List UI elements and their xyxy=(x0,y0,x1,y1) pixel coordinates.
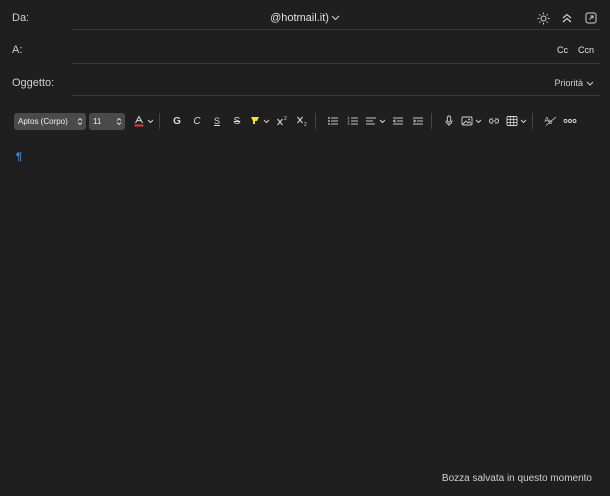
font-family-value: Aptos (Corpo) xyxy=(18,116,68,126)
more-icon xyxy=(563,119,577,123)
priority-selector[interactable]: Priorità xyxy=(554,68,594,98)
format-toolbar: Aptos (Corpo) 11 G C S S 2 2 123 A b xyxy=(14,111,578,131)
to-label: A: xyxy=(12,44,23,56)
up-down-icon xyxy=(116,117,122,126)
numbered-list-button[interactable]: 123 xyxy=(345,113,361,130)
svg-text:2: 2 xyxy=(304,122,307,127)
dictate-button[interactable] xyxy=(441,113,457,130)
increase-indent-button[interactable] xyxy=(410,113,426,130)
svg-text:3: 3 xyxy=(348,122,350,126)
subscript-button[interactable]: 2 xyxy=(294,113,310,130)
chevron-down-icon[interactable] xyxy=(586,81,594,86)
paragraph-mark: ¶ xyxy=(16,151,23,163)
chevron-down-icon[interactable] xyxy=(379,119,386,124)
highlight-button[interactable] xyxy=(249,113,270,130)
strikethrough-button[interactable]: S xyxy=(229,113,245,130)
highlighter-icon xyxy=(251,117,259,124)
numbered-list-icon: 123 xyxy=(348,116,358,126)
to-row[interactable]: A: xyxy=(12,35,598,65)
chevron-down-icon[interactable] xyxy=(147,119,154,124)
font-color-button[interactable] xyxy=(133,113,154,130)
divider xyxy=(72,63,600,64)
chevron-down-icon[interactable] xyxy=(331,15,340,21)
microphone-icon xyxy=(445,115,453,126)
sun-icon[interactable] xyxy=(536,11,550,25)
toolbar-separator xyxy=(532,113,533,129)
subject-row[interactable]: Oggetto: xyxy=(12,68,598,98)
divider xyxy=(72,29,600,30)
image-icon xyxy=(461,116,473,126)
font-size-value: 11 xyxy=(93,116,102,126)
font-color-icon xyxy=(134,115,144,127)
decrease-indent-button[interactable] xyxy=(390,113,406,130)
popout-icon[interactable] xyxy=(584,11,598,25)
chevron-down-icon[interactable] xyxy=(520,119,527,124)
toolbar-separator xyxy=(431,113,432,129)
subject-label: Oggetto: xyxy=(12,77,55,89)
spelling-button[interactable]: Ab xyxy=(542,113,558,130)
font-size-select[interactable]: 11 xyxy=(89,112,125,130)
divider xyxy=(72,95,600,96)
more-options-button[interactable] xyxy=(562,113,578,130)
insert-picture-button[interactable] xyxy=(461,113,482,130)
svg-text:2: 2 xyxy=(284,116,287,122)
superscript-button[interactable]: 2 xyxy=(274,113,290,130)
bcc-button[interactable]: Ccn xyxy=(578,45,594,55)
bold-button[interactable]: G xyxy=(169,113,185,130)
toolbar-separator xyxy=(159,113,160,129)
outdent-icon xyxy=(392,117,403,125)
insert-table-button[interactable] xyxy=(506,113,527,130)
cc-button[interactable]: Cc xyxy=(557,45,568,55)
chevron-down-icon[interactable] xyxy=(263,119,270,124)
underline-button[interactable]: S xyxy=(209,113,225,130)
indent-icon xyxy=(413,117,423,125)
subscript-icon: 2 xyxy=(296,116,307,127)
bullet-list-icon xyxy=(328,117,338,125)
priority-label[interactable]: Priorità xyxy=(554,78,583,88)
align-button[interactable] xyxy=(365,113,386,130)
chevron-down-icon[interactable] xyxy=(475,119,482,124)
from-account[interactable]: @hotmail.it) xyxy=(270,12,329,24)
insert-link-button[interactable] xyxy=(486,113,502,130)
double-chevron-up-icon[interactable] xyxy=(560,11,574,25)
align-left-icon xyxy=(366,117,376,125)
spell-check-icon: Ab xyxy=(544,116,556,126)
up-down-icon xyxy=(77,117,83,126)
font-family-select[interactable]: Aptos (Corpo) xyxy=(14,112,86,130)
cc-bcc-links: Cc Ccn xyxy=(557,35,594,65)
table-icon xyxy=(506,116,518,126)
link-icon xyxy=(489,118,499,124)
bullet-list-button[interactable] xyxy=(325,113,341,130)
superscript-icon: 2 xyxy=(276,116,287,126)
italic-button[interactable]: C xyxy=(189,113,205,130)
draft-status: Bozza salvata in questo momento xyxy=(441,473,592,484)
toolbar-separator xyxy=(315,113,316,129)
